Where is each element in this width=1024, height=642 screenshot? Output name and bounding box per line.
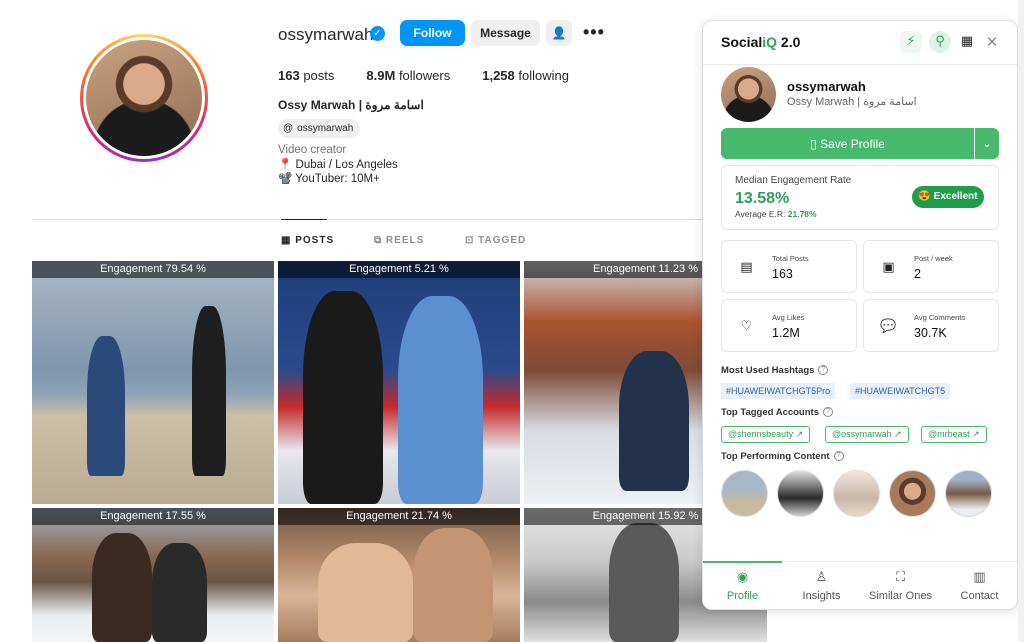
post-engagement-label: Engagement 17.55 % bbox=[32, 508, 274, 525]
active-tab-indicator bbox=[281, 219, 327, 220]
info-icon[interactable]: ? bbox=[833, 451, 844, 462]
panel-avatar bbox=[721, 67, 776, 122]
stat-card-posts-per-week: ▣ Post / week 2 bbox=[863, 240, 999, 293]
top-content-thumbnail[interactable] bbox=[833, 470, 880, 517]
follow-button[interactable]: Follow bbox=[400, 20, 465, 46]
profile-full-name: Ossy Marwah | اسامة مروة bbox=[278, 98, 424, 112]
panel-username: ossymarwah bbox=[787, 79, 866, 94]
post-engagement-label: Engagement 79.54 % bbox=[32, 261, 274, 278]
engagement-rate-value: 13.58% bbox=[735, 190, 790, 207]
profile-username: ossymarwah bbox=[278, 25, 374, 44]
post-tile[interactable]: Engagement 21.74 % bbox=[278, 508, 520, 642]
hashtag-chip[interactable]: #HUAWEIWATCHGT5 bbox=[850, 383, 951, 399]
top-content-thumbnail[interactable] bbox=[945, 470, 992, 517]
comment-icon: 💬 bbox=[880, 319, 897, 334]
top-content-thumbnail[interactable] bbox=[777, 470, 824, 517]
top-content-thumbnail[interactable] bbox=[889, 470, 936, 517]
profile-avatar-ring[interactable] bbox=[80, 34, 208, 162]
panel-bottom-nav: ◉ Profile ♙ Insights ⛶ Similar Ones ▥ Contac… bbox=[703, 561, 1017, 609]
top-content-title: Top Performing Content? bbox=[721, 451, 844, 462]
panel-header: SocialiQ 2.0 ⚡ ⚲ ▦ ✕ bbox=[703, 21, 1017, 65]
nav-similar-ones[interactable]: ⛶ Similar Ones bbox=[861, 562, 940, 609]
heart-icon: ♡ bbox=[740, 319, 753, 334]
suggest-user-icon[interactable]: 👤 bbox=[546, 20, 572, 46]
profile-stats: 163 posts 8.9M followers 1,258 following bbox=[278, 68, 569, 83]
threads-link[interactable]: @ ossymarwah bbox=[278, 119, 361, 138]
engagement-rate-card: Median Engagement Rate 13.58% Average E.… bbox=[721, 165, 999, 230]
tagged-account-link[interactable]: @mrbeast ↗ bbox=[921, 426, 987, 443]
engagement-status-badge: 😍 Excellent bbox=[912, 186, 984, 208]
following-count[interactable]: 1,258 following bbox=[482, 68, 569, 83]
stat-card-avg-comments: 💬 Avg Comments 30.7K bbox=[863, 299, 999, 352]
bio-youtube: 📽️ YouTuber: 10M+ bbox=[278, 173, 380, 185]
save-options-chevron-icon[interactable]: ⌄ bbox=[975, 128, 999, 159]
hashtags-title: Most Used Hashtags? bbox=[721, 365, 829, 376]
post-tile[interactable]: Engagement 79.54 % bbox=[32, 261, 274, 504]
message-button[interactable]: Message bbox=[471, 20, 540, 46]
tab-posts[interactable]: ▦ POSTS bbox=[281, 235, 334, 246]
info-icon[interactable]: ? bbox=[823, 407, 833, 418]
tab-tagged[interactable]: ⊡ TAGGED bbox=[465, 235, 526, 246]
threads-icon: @ bbox=[283, 123, 294, 134]
save-profile-button[interactable]: ▯ Save Profile bbox=[721, 128, 974, 159]
lightbulb-icon: ♙ bbox=[815, 570, 828, 585]
engagement-rate-label: Median Engagement Rate bbox=[735, 175, 852, 186]
nav-profile[interactable]: ◉ Profile bbox=[703, 561, 782, 609]
followers-count[interactable]: 8.9M followers bbox=[366, 68, 450, 83]
post-engagement-label: Engagement 21.74 % bbox=[278, 508, 520, 525]
tabs-divider bbox=[32, 219, 702, 220]
post-tile[interactable]: Engagement 5.21 % bbox=[278, 261, 520, 504]
search-icon[interactable]: ⚲ bbox=[929, 31, 951, 53]
socialiq-panel: SocialiQ 2.0 ⚡ ⚲ ▦ ✕ ossymarwah Ossy Mar… bbox=[702, 20, 1018, 610]
info-icon[interactable]: ? bbox=[818, 365, 829, 376]
tagged-account-link[interactable]: @sherinsbeauty ↗ bbox=[721, 426, 811, 443]
post-engagement-label: Engagement 5.21 % bbox=[278, 261, 520, 278]
tagged-accounts-title: Top Tagged Accounts? bbox=[721, 407, 833, 418]
posts-grid: Engagement 79.54 % Engagement 5.21 % Eng… bbox=[32, 261, 767, 642]
user-scan-icon: ⛶ bbox=[895, 570, 906, 585]
profile-avatar bbox=[86, 40, 202, 156]
bio-category: Video creator bbox=[278, 144, 347, 156]
calendar-icon: ▤ bbox=[740, 260, 753, 275]
nav-contact[interactable]: ▥ Contact bbox=[940, 562, 1017, 609]
socialiq-logo: SocialiQ 2.0 bbox=[721, 34, 801, 50]
top-content-thumbnail[interactable] bbox=[721, 470, 768, 517]
close-icon[interactable]: ✕ bbox=[981, 31, 1003, 53]
page-scrollbar[interactable] bbox=[1018, 0, 1024, 642]
bio-location: 📍 Dubai / Los Angeles bbox=[278, 158, 398, 171]
profile-bio: Video creator 📍 Dubai / Los Angeles 📽️ Y… bbox=[278, 143, 398, 187]
hashtag-chip[interactable]: #HUAWEIWATCHGT5Pro bbox=[721, 383, 836, 399]
image-icon: ▣ bbox=[882, 260, 895, 275]
apps-grid-icon[interactable]: ▦ bbox=[956, 31, 978, 53]
bookmark-icon: ▯ bbox=[810, 136, 821, 151]
profile-icon: ◉ bbox=[736, 570, 749, 585]
panel-full-name: Ossy Marwah | اسامة مروة bbox=[787, 96, 917, 108]
post-tile[interactable]: Engagement 17.55 % bbox=[32, 508, 274, 642]
bolt-icon[interactable]: ⚡ bbox=[900, 31, 922, 53]
tab-reels[interactable]: ⧉ REELS bbox=[374, 235, 424, 246]
stat-card-avg-likes: ♡ Avg Likes 1.2M bbox=[721, 299, 857, 352]
verified-badge-icon: ✓ bbox=[370, 26, 385, 41]
average-engagement: Average E.R: 21.78% bbox=[735, 209, 817, 219]
tagged-account-link[interactable]: @ossymarwah ↗ bbox=[825, 426, 909, 443]
nav-insights[interactable]: ♙ Insights bbox=[782, 562, 861, 609]
more-options-icon[interactable]: ••• bbox=[583, 22, 605, 43]
posts-count: 163 posts bbox=[278, 68, 335, 83]
contact-card-icon: ▥ bbox=[973, 570, 986, 585]
stat-card-total-posts: ▤ Total Posts 163 bbox=[721, 240, 857, 293]
